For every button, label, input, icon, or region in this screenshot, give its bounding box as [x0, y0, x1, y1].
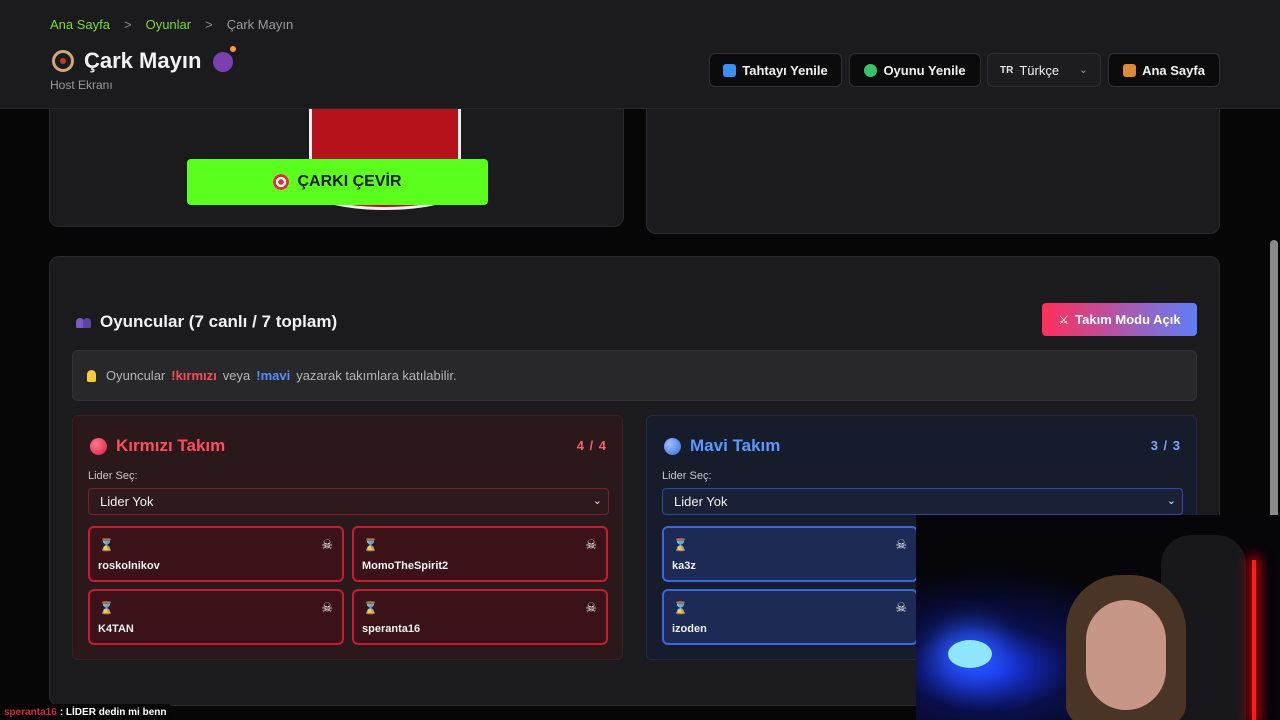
breadcrumb-separator-icon: > — [205, 17, 213, 32]
chevron-down-icon: ⌄ — [592, 495, 602, 507]
chat-text: : LİDER dedin mi benn — [59, 706, 167, 718]
people-icon — [76, 316, 92, 328]
player-name: speranta16 — [362, 623, 421, 635]
player-name: roskolnikov — [98, 560, 160, 572]
restart-game-button[interactable]: Oyunu Yenile — [849, 53, 981, 87]
skull-crossbones-icon[interactable]: ☠ — [895, 537, 907, 553]
red-team-heading: Kırmızı Takım — [90, 436, 225, 456]
bomb-icon — [213, 46, 237, 72]
page-title-row: Çark Mayın — [52, 46, 237, 74]
blue-team-name: Mavi Takım — [690, 436, 781, 455]
hourglass-icon: ⌛ — [673, 538, 688, 552]
player-card[interactable]: ⌛ ☠ roskolnikov — [88, 526, 344, 582]
blue-team-count: 3 / 3 — [1150, 438, 1181, 453]
page-subtitle: Host Ekranı — [50, 78, 113, 92]
language-select[interactable]: TR Türkçe ⌄ — [987, 53, 1101, 87]
refresh-board-button[interactable]: Tahtayı Yenile — [709, 53, 842, 87]
team-mode-toggle-button[interactable]: ⚔ Takım Modu Açık — [1042, 303, 1197, 336]
crossed-swords-icon: ⚔ — [1058, 312, 1070, 327]
chat-message: speranta16 : LİDER dedin mi benn — [0, 704, 171, 720]
red-leader-label: Lider Seç: — [88, 470, 138, 482]
webcam-overlay — [916, 515, 1280, 720]
skull-crossbones-icon[interactable]: ☠ — [321, 600, 333, 616]
players-title: Oyuncular (7 canlı / 7 toplam) — [100, 312, 338, 331]
chevron-down-icon: ⌄ — [1078, 64, 1088, 76]
top-bar: Ana Sayfa > Oyunlar > Çark Mayın Çark Ma… — [0, 0, 1280, 109]
red-circle-icon — [90, 437, 107, 455]
player-card[interactable]: ⌛ ☠ MomoTheSpirit2 — [352, 526, 608, 582]
refresh-icon — [723, 63, 737, 77]
breadcrumb: Ana Sayfa > Oyunlar > Çark Mayın — [50, 17, 293, 32]
blue-circle-icon — [664, 437, 681, 455]
breadcrumb-home-link[interactable]: Ana Sayfa — [50, 17, 110, 32]
player-card[interactable]: ⌛ ☠ izoden — [662, 589, 918, 645]
red-team-name: Kırmızı Takım — [116, 436, 226, 455]
spin-wheel-button[interactable]: ÇARKI ÇEVİR — [187, 159, 488, 205]
red-team-panel: Kırmızı Takım 4 / 4 Lider Seç: Lider Yok… — [72, 415, 623, 660]
player-card[interactable]: ⌛ ☠ speranta16 — [352, 589, 608, 645]
player-name: ka3z — [672, 560, 696, 572]
breadcrumb-games-link[interactable]: Oyunlar — [146, 17, 192, 32]
info-prefix: Oyuncular — [106, 368, 166, 383]
info-middle: veya — [222, 368, 251, 383]
info-suffix: yazarak takımlara katılabilir. — [296, 368, 457, 383]
breadcrumb-separator-icon: > — [124, 17, 132, 32]
blue-command: !mavi — [256, 368, 291, 383]
players-heading: Oyuncular (7 canlı / 7 toplam) — [76, 312, 337, 332]
skull-crossbones-icon[interactable]: ☠ — [321, 537, 333, 553]
language-value: Türkçe — [1019, 62, 1060, 78]
lightbulb-icon — [87, 369, 96, 382]
blue-lamp — [948, 640, 992, 668]
spin-wheel-label: ÇARKI ÇEVİR — [297, 173, 402, 190]
restart-game-label: Oyunu Yenile — [883, 62, 966, 78]
skull-crossbones-icon[interactable]: ☠ — [585, 600, 597, 616]
page-title: Çark Mayın — [84, 48, 202, 73]
player-card[interactable]: ⌛ ☠ ka3z — [662, 526, 918, 582]
red-command: !kırmızı — [171, 368, 217, 383]
hourglass-icon: ⌛ — [363, 601, 378, 615]
breadcrumb-current: Çark Mayın — [226, 17, 294, 32]
recycle-icon — [864, 63, 878, 77]
target-icon — [273, 174, 290, 190]
house-icon — [1123, 63, 1137, 77]
skull-crossbones-icon[interactable]: ☠ — [895, 600, 907, 616]
home-button[interactable]: Ana Sayfa — [1108, 53, 1220, 87]
flag-icon: TR — [1000, 64, 1014, 76]
chevron-down-icon: ⌄ — [1166, 495, 1176, 507]
chat-username: speranta16 — [4, 706, 57, 718]
red-leader-value: Lider Yok — [100, 494, 154, 509]
skull-crossbones-icon[interactable]: ☠ — [585, 537, 597, 553]
blue-leader-value: Lider Yok — [674, 494, 728, 509]
hourglass-icon: ⌛ — [363, 538, 378, 552]
blue-leader-label: Lider Seç: — [662, 470, 712, 482]
blue-leader-select[interactable]: Lider Yok ⌄ — [662, 488, 1183, 515]
player-card[interactable]: ⌛ ☠ K4TAN — [88, 589, 344, 645]
refresh-board-label: Tahtayı Yenile — [742, 62, 828, 78]
red-team-count: 4 / 4 — [576, 438, 607, 453]
home-label: Ana Sayfa — [1142, 62, 1205, 78]
page-scrollbar[interactable] — [1270, 240, 1278, 540]
streamer-face — [1086, 600, 1166, 710]
red-light-strip — [1252, 560, 1256, 720]
team-join-info: Oyuncular !kırmızı veya !mavi yazarak ta… — [72, 350, 1197, 401]
hourglass-icon: ⌛ — [673, 601, 688, 615]
ferris-wheel-icon — [52, 50, 74, 72]
team-mode-label: Takım Modu Açık — [1075, 312, 1181, 327]
player-name: MomoTheSpirit2 — [362, 560, 449, 572]
player-name: K4TAN — [98, 623, 134, 635]
player-name: izoden — [672, 623, 707, 635]
hourglass-icon: ⌛ — [99, 538, 114, 552]
blue-team-heading: Mavi Takım — [664, 436, 780, 456]
hourglass-icon: ⌛ — [99, 601, 114, 615]
red-leader-select[interactable]: Lider Yok ⌄ — [88, 488, 609, 515]
